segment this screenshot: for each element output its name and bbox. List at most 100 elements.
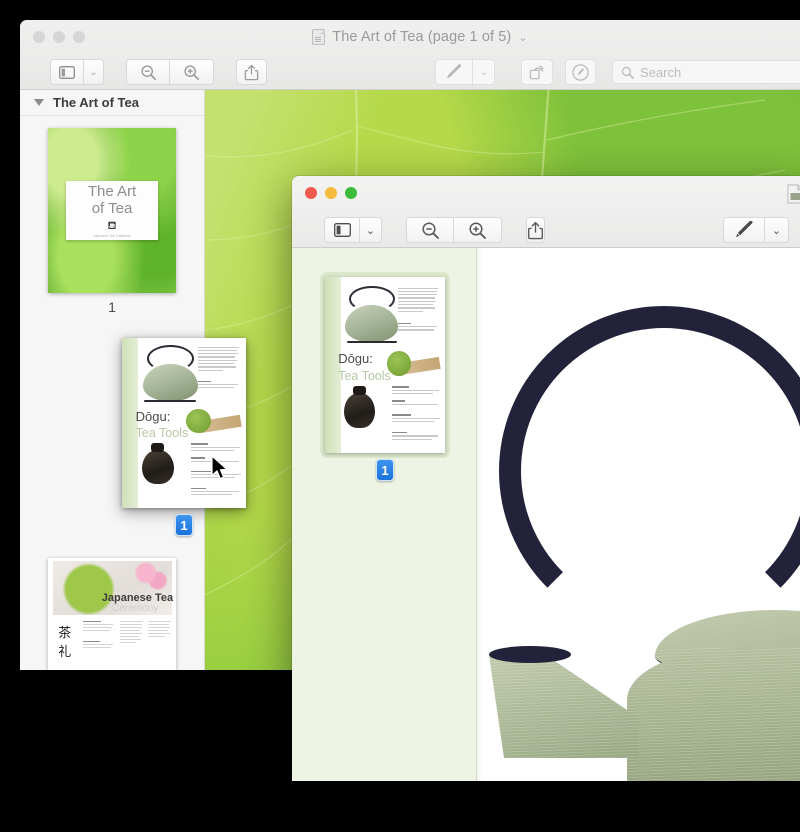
chevron-down-icon[interactable]: ⌄: [360, 217, 382, 243]
list-item[interactable]: Japanese Tea Ceremony 茶 礼: [48, 558, 176, 670]
body-text-lines: [120, 621, 143, 645]
back-window-toolbar: The Art of Tea (page 1 of 5) ⌄ ⌄: [20, 20, 800, 90]
body-text-lines: [398, 288, 438, 314]
sidebar-toggle-group[interactable]: ⌄: [324, 217, 382, 243]
list-item[interactable]: The Art of Tea ⛾ Japanese Tea Traditions…: [48, 128, 176, 315]
document-proxy-icon[interactable]: [787, 184, 800, 209]
ceremony-subtitle: Ceremony: [112, 603, 158, 614]
body-text-lines: [191, 488, 241, 498]
back-window-title-bar: The Art of Tea (page 1 of 5) ⌄: [20, 29, 800, 45]
ceremony-title: Japanese Tea: [102, 592, 173, 604]
markup-pen-icon[interactable]: [435, 59, 473, 85]
document-proxy-icon[interactable]: [312, 29, 325, 45]
desktop-screen: The Art of Tea (page 1 of 5) ⌄ ⌄: [0, 0, 800, 832]
foreground-preview-window[interactable]: ⌄: [292, 176, 800, 781]
kanji-glyph: 茶: [58, 622, 71, 641]
page-thumbnail[interactable]: Dōgu: Tea Tools: [325, 277, 445, 453]
sidebar-toggle-button[interactable]: [50, 59, 84, 85]
zoom-button[interactable]: [73, 31, 85, 43]
body-text-lines: [392, 432, 440, 442]
back-window-traffic-lights[interactable]: [33, 31, 85, 43]
page-number-label: 1: [48, 299, 176, 315]
front-thumbnail-sidebar[interactable]: Dōgu: Tea Tools: [292, 248, 477, 781]
zoom-button-group[interactable]: [406, 217, 502, 243]
matcha-spoon: [387, 351, 411, 376]
page-thumbnail[interactable]: The Art of Tea ⛾ Japanese Tea Traditions: [48, 128, 176, 293]
minimize-button[interactable]: [325, 187, 337, 199]
sidebar-group-header[interactable]: The Art of Tea: [20, 90, 204, 116]
search-input[interactable]: Search: [640, 65, 681, 80]
chevron-down-icon[interactable]: ⌄: [473, 59, 495, 85]
share-button[interactable]: [236, 59, 267, 85]
caddy-lid: [151, 443, 165, 452]
kanji-glyph: 礼: [58, 641, 71, 660]
tea-caddy: [344, 393, 375, 428]
body-text-lines: [83, 641, 114, 650]
ceremony-artwork: Japanese Tea Ceremony 茶 礼: [48, 558, 176, 670]
search-field[interactable]: Search: [612, 60, 800, 84]
caddy-lid: [353, 386, 366, 395]
zoom-button-group[interactable]: [126, 59, 214, 85]
markup-button-group[interactable]: ⌄: [723, 217, 789, 243]
body-text-lines: [392, 414, 440, 424]
body-text-lines: [198, 347, 239, 373]
kettle-trivet: [347, 341, 397, 343]
dragged-page-thumbnail[interactable]: Dōgu: Tea Tools: [122, 338, 246, 508]
front-window-body: Dōgu: Tea Tools: [292, 248, 800, 781]
zoom-button[interactable]: [345, 187, 357, 199]
kettle-body: [345, 305, 398, 342]
page-title-line-2: Tea Tools: [136, 426, 189, 440]
teapot-handle: [499, 306, 800, 636]
markup-pen-icon[interactable]: [723, 217, 765, 243]
page-edge-shadow: [477, 248, 483, 781]
zoom-in-button[interactable]: [170, 59, 214, 85]
front-window-traffic-lights[interactable]: [305, 187, 357, 199]
front-document-content[interactable]: [477, 248, 800, 781]
markup-button-group[interactable]: ⌄: [435, 59, 495, 85]
chevron-down-icon[interactable]: ⌄: [765, 217, 789, 243]
body-text-lines: [392, 400, 440, 407]
spout-texture: [489, 653, 639, 758]
body-text-lines: [191, 443, 241, 453]
cover-title-line-2: of Tea: [92, 200, 133, 217]
disclosure-triangle-icon[interactable]: [34, 99, 44, 106]
tea-caddy: [142, 450, 174, 484]
minimize-button[interactable]: [53, 31, 65, 43]
zoom-in-button[interactable]: [454, 217, 502, 243]
teapot-texture: [627, 648, 800, 781]
sidebar-toggle-button[interactable]: [324, 217, 360, 243]
cover-subtitle: Japanese Tea Traditions: [94, 234, 131, 238]
sidebar-toggle-group[interactable]: ⌄: [50, 59, 104, 85]
kettle-trivet: [144, 400, 196, 402]
dogu-artwork: Dōgu: Tea Tools: [325, 277, 445, 453]
dogu-artwork: Dōgu: Tea Tools: [122, 338, 246, 508]
search-icon: [621, 66, 634, 79]
teapot-spout: [489, 653, 639, 758]
sidebar-group-title: The Art of Tea: [53, 95, 139, 110]
list-item[interactable]: Dōgu: Tea Tools: [325, 277, 445, 481]
annotate-button[interactable]: [565, 59, 596, 85]
close-button[interactable]: [33, 31, 45, 43]
page-title-line-2: Tea Tools: [338, 369, 391, 383]
zoom-out-button[interactable]: [126, 59, 170, 85]
body-text-lines: [398, 323, 438, 333]
teapot-glyph-icon: ⛾: [108, 221, 117, 232]
body-text-lines: [148, 621, 171, 639]
share-button[interactable]: [526, 217, 545, 243]
drag-count-badge: 1: [175, 514, 193, 536]
body-text-lines: [392, 386, 440, 396]
kettle-body: [143, 364, 198, 401]
page-title-line-1: Dōgu:: [338, 351, 373, 366]
body-text-lines: [83, 621, 114, 633]
front-toolbar-row: ⌄: [292, 212, 800, 248]
back-toolbar-row: ⌄: [20, 54, 800, 90]
page-thumbnail[interactable]: Japanese Tea Ceremony 茶 礼: [48, 558, 176, 670]
zoom-out-button[interactable]: [406, 217, 454, 243]
arrow-pointer-cursor: [211, 455, 230, 482]
page-thumbnail: Dōgu: Tea Tools: [122, 338, 246, 508]
close-button[interactable]: [305, 187, 317, 199]
chevron-down-icon[interactable]: ⌄: [518, 31, 527, 44]
body-text-lines: [198, 381, 239, 391]
rotate-button[interactable]: [521, 59, 552, 85]
chevron-down-icon[interactable]: ⌄: [84, 59, 104, 85]
